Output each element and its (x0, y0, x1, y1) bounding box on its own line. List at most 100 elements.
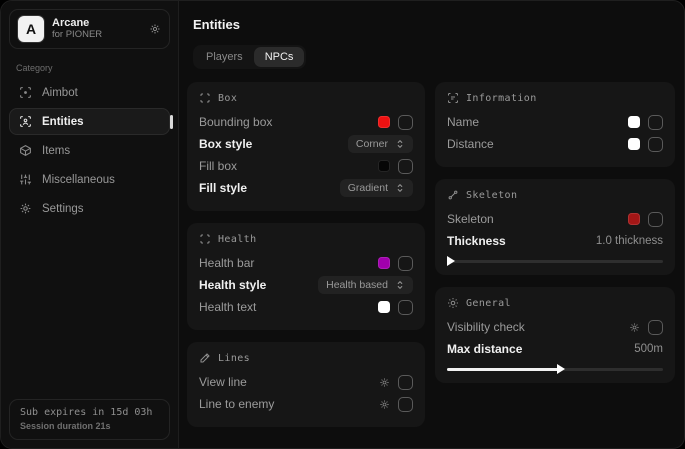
category-label: Category (16, 63, 170, 73)
row-label: Box style (199, 137, 252, 151)
sidebar-item-items[interactable]: Items (9, 137, 170, 164)
row-box-style: Box style Corner (199, 133, 413, 155)
row-fill-style: Fill style Gradient (199, 177, 413, 199)
crosshair-scan-icon (19, 86, 32, 99)
sidebar-item-miscellaneous[interactable]: Miscellaneous (9, 166, 170, 193)
row-thickness: Thickness 1.0 thickness (447, 230, 663, 252)
row-health-style: Health style Health based (199, 274, 413, 296)
row-label: Visibility check (447, 320, 525, 334)
row-label: Fill box (199, 159, 237, 173)
dropdown-value: Health based (326, 279, 388, 291)
color-swatch[interactable] (378, 160, 390, 172)
row-label: Skeleton (447, 212, 494, 226)
tab-players[interactable]: Players (195, 47, 254, 67)
tab-npcs[interactable]: NPCs (254, 47, 305, 67)
color-swatch[interactable] (628, 116, 640, 128)
row-skeleton: Skeleton (447, 208, 663, 230)
slider-thumb[interactable] (557, 364, 565, 374)
color-swatch[interactable] (378, 301, 390, 313)
app-subtitle: for PIONER (52, 30, 141, 41)
gear-icon[interactable] (629, 322, 640, 333)
health-style-dropdown[interactable]: Health based (318, 276, 413, 294)
row-name: Name (447, 111, 663, 133)
color-swatch[interactable] (378, 116, 390, 128)
row-label: Max distance (447, 342, 522, 356)
card-general: General Visibility check Max distance (435, 287, 675, 383)
row-distance: Distance (447, 133, 663, 155)
card-lines: Lines View line Line to enemy (187, 342, 425, 427)
sidebar-item-aimbot[interactable]: Aimbot (9, 79, 170, 106)
sidebar-item-settings[interactable]: Settings (9, 195, 170, 222)
package-icon (19, 144, 32, 157)
dropdown-value: Corner (356, 138, 388, 150)
name-checkbox[interactable] (648, 115, 663, 130)
health-text-checkbox[interactable] (398, 300, 413, 315)
scan-text-icon (447, 92, 459, 104)
main-panel: Entities Players NPCs Box Bounding box (179, 1, 684, 448)
row-line-to-enemy: Line to enemy (199, 393, 413, 415)
sliders-icon (19, 173, 32, 186)
row-view-line: View line (199, 371, 413, 393)
max-distance-slider[interactable] (447, 368, 663, 371)
dropdown-value: Gradient (348, 182, 388, 194)
card-title: General (466, 298, 511, 309)
page-title: Entities (193, 17, 675, 32)
fill-style-dropdown[interactable]: Gradient (340, 179, 413, 197)
thickness-value: 1.0 thickness (596, 235, 663, 247)
row-health-bar: Health bar (199, 252, 413, 274)
gear-icon[interactable] (379, 377, 390, 388)
color-swatch[interactable] (628, 138, 640, 150)
color-swatch[interactable] (628, 213, 640, 225)
bounding-box-checkbox[interactable] (398, 115, 413, 130)
card-box: Box Bounding box Box style Corner (187, 82, 425, 211)
row-label: Thickness (447, 234, 506, 248)
row-label: Distance (447, 137, 494, 151)
card-title: Skeleton (466, 190, 517, 201)
chevrons-up-down-icon (395, 139, 405, 149)
card-skeleton: Skeleton Skeleton Thickness 1.0 thicknes… (435, 179, 675, 275)
health-bar-checkbox[interactable] (398, 256, 413, 271)
visibility-check-checkbox[interactable] (648, 320, 663, 335)
thickness-slider[interactable] (447, 260, 663, 263)
row-max-distance: Max distance 500m (447, 338, 663, 360)
logo-letter: A (26, 21, 36, 37)
entities-scan-icon (19, 115, 32, 128)
sidebar-item-label: Miscellaneous (42, 174, 115, 186)
gear-icon[interactable] (149, 23, 161, 35)
card-title: Lines (218, 353, 250, 364)
brackets-icon (199, 92, 211, 104)
sidebar: A Arcane for PIONER Category Aimbot (1, 1, 179, 448)
row-label: Health bar (199, 256, 254, 270)
sidebar-item-label: Settings (42, 203, 84, 215)
card-title: Information (466, 93, 537, 104)
session-duration-text: Session duration 21s (20, 421, 159, 431)
sub-expiry-text: Sub expires in 15d 03h (20, 407, 159, 418)
row-visibility-check: Visibility check (447, 316, 663, 338)
box-style-dropdown[interactable]: Corner (348, 135, 413, 153)
view-line-checkbox[interactable] (398, 375, 413, 390)
color-swatch[interactable] (378, 257, 390, 269)
tab-bar: Players NPCs (193, 45, 306, 69)
pencil-line-icon (199, 352, 211, 364)
row-label: View line (199, 375, 247, 389)
card-title: Box (218, 93, 237, 104)
sidebar-item-label: Items (42, 145, 70, 157)
card-title: Health (218, 234, 257, 245)
row-label: Line to enemy (199, 397, 274, 411)
app-logo: A (18, 16, 44, 42)
row-label: Bounding box (199, 115, 272, 129)
row-label: Health text (199, 300, 256, 314)
slider-thumb[interactable] (447, 256, 455, 266)
distance-checkbox[interactable] (648, 137, 663, 152)
chevrons-up-down-icon (395, 280, 405, 290)
skeleton-checkbox[interactable] (648, 212, 663, 227)
chevrons-up-down-icon (395, 183, 405, 193)
fill-box-checkbox[interactable] (398, 159, 413, 174)
gear-icon[interactable] (379, 399, 390, 410)
sidebar-item-entities[interactable]: Entities (9, 108, 170, 135)
row-bounding-box: Bounding box (199, 111, 413, 133)
row-label: Fill style (199, 181, 247, 195)
gear-icon (19, 202, 32, 215)
row-health-text: Health text (199, 296, 413, 318)
line-to-enemy-checkbox[interactable] (398, 397, 413, 412)
